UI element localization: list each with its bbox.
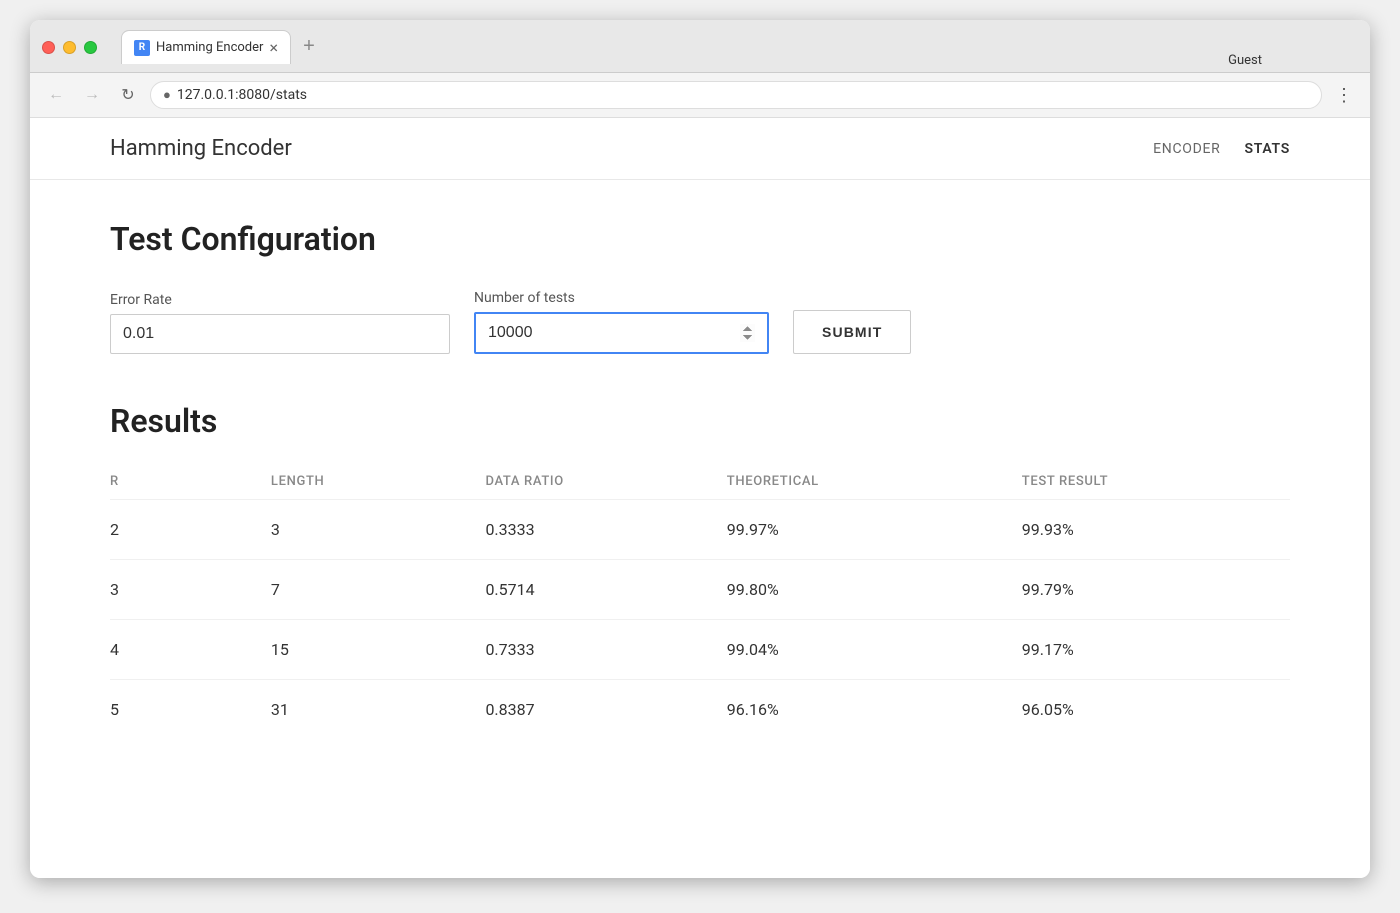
address-bar[interactable]: ● 127.0.0.1:8080/stats — [150, 81, 1322, 109]
tab-close-button[interactable]: × — [269, 38, 278, 57]
forward-button[interactable]: → — [78, 81, 106, 109]
config-form: Error Rate Number of tests SUBMIT — [110, 290, 1290, 354]
nav-stats[interactable]: STATS — [1244, 141, 1290, 157]
url-text: 127.0.0.1:8080/stats — [177, 87, 1309, 103]
num-tests-input[interactable] — [474, 312, 769, 354]
guest-label: Guest — [1228, 53, 1262, 68]
cell-r-3: 5 — [110, 680, 271, 740]
app-nav: ENCODER STATS — [1153, 141, 1290, 157]
cell-theoretical-1: 99.80% — [727, 560, 1022, 620]
browser-menu-button[interactable]: ⋮ — [1330, 81, 1358, 109]
cell-test_result-3: 96.05% — [1022, 680, 1290, 740]
tab-favicon: R — [134, 40, 150, 56]
browser-window: R Hamming Encoder × + Guest ← → ↻ ● 127.… — [30, 20, 1370, 878]
error-rate-input[interactable] — [110, 314, 450, 354]
cell-theoretical-0: 99.97% — [727, 500, 1022, 560]
config-section-title: Test Configuration — [110, 220, 1290, 258]
cell-test_result-0: 99.93% — [1022, 500, 1290, 560]
reload-button[interactable]: ↻ — [114, 81, 142, 109]
cell-length-2: 15 — [271, 620, 486, 680]
new-tab-button[interactable]: + — [295, 32, 323, 60]
col-header-test-result: TEST RESULT — [1022, 464, 1290, 500]
cell-data_ratio-1: 0.5714 — [485, 560, 726, 620]
error-rate-label: Error Rate — [110, 292, 450, 308]
col-header-data-ratio: DATA RATIO — [485, 464, 726, 500]
back-button[interactable]: ← — [42, 81, 70, 109]
cell-r-0: 2 — [110, 500, 271, 560]
close-traffic-light[interactable] — [42, 41, 55, 54]
results-table: R LENGTH DATA RATIO THEORETICAL TEST RES… — [110, 464, 1290, 739]
main-content: Test Configuration Error Rate Number of … — [30, 180, 1370, 779]
col-header-r: R — [110, 464, 271, 500]
cell-theoretical-2: 99.04% — [727, 620, 1022, 680]
nav-encoder[interactable]: ENCODER — [1153, 141, 1220, 157]
submit-button[interactable]: SUBMIT — [793, 310, 911, 354]
results-table-header: R LENGTH DATA RATIO THEORETICAL TEST RES… — [110, 464, 1290, 500]
browser-toolbar: ← → ↻ ● 127.0.0.1:8080/stats ⋮ — [30, 73, 1370, 118]
table-row: 230.333399.97%99.93% — [110, 500, 1290, 560]
results-section-title: Results — [110, 402, 1290, 440]
app-title: Hamming Encoder — [110, 136, 292, 161]
page-content: Hamming Encoder ENCODER STATS Test Confi… — [30, 118, 1370, 878]
num-tests-wrapper — [474, 312, 769, 354]
results-table-body: 230.333399.97%99.93%370.571499.80%99.79%… — [110, 500, 1290, 740]
num-tests-label: Number of tests — [474, 290, 769, 306]
cell-r-2: 4 — [110, 620, 271, 680]
browser-controls: R Hamming Encoder × + Guest — [42, 30, 1358, 64]
cell-length-1: 7 — [271, 560, 486, 620]
error-rate-group: Error Rate — [110, 292, 450, 354]
browser-titlebar: R Hamming Encoder × + Guest — [30, 20, 1370, 73]
cell-theoretical-3: 96.16% — [727, 680, 1022, 740]
lock-icon: ● — [163, 87, 171, 103]
table-row: 370.571499.80%99.79% — [110, 560, 1290, 620]
table-row: 5310.838796.16%96.05% — [110, 680, 1290, 740]
tab-title: Hamming Encoder — [156, 40, 263, 55]
cell-test_result-2: 99.17% — [1022, 620, 1290, 680]
cell-length-3: 31 — [271, 680, 486, 740]
tabs-row: R Hamming Encoder × + — [121, 30, 323, 64]
num-tests-group: Number of tests — [474, 290, 769, 354]
cell-data_ratio-0: 0.3333 — [485, 500, 726, 560]
col-header-length: LENGTH — [271, 464, 486, 500]
col-header-theoretical: THEORETICAL — [727, 464, 1022, 500]
cell-test_result-1: 99.79% — [1022, 560, 1290, 620]
table-row: 4150.733399.04%99.17% — [110, 620, 1290, 680]
browser-tab-active[interactable]: R Hamming Encoder × — [121, 30, 291, 64]
cell-data_ratio-3: 0.8387 — [485, 680, 726, 740]
maximize-traffic-light[interactable] — [84, 41, 97, 54]
cell-r-1: 3 — [110, 560, 271, 620]
app-header: Hamming Encoder ENCODER STATS — [30, 118, 1370, 180]
minimize-traffic-light[interactable] — [63, 41, 76, 54]
cell-data_ratio-2: 0.7333 — [485, 620, 726, 680]
cell-length-0: 3 — [271, 500, 486, 560]
